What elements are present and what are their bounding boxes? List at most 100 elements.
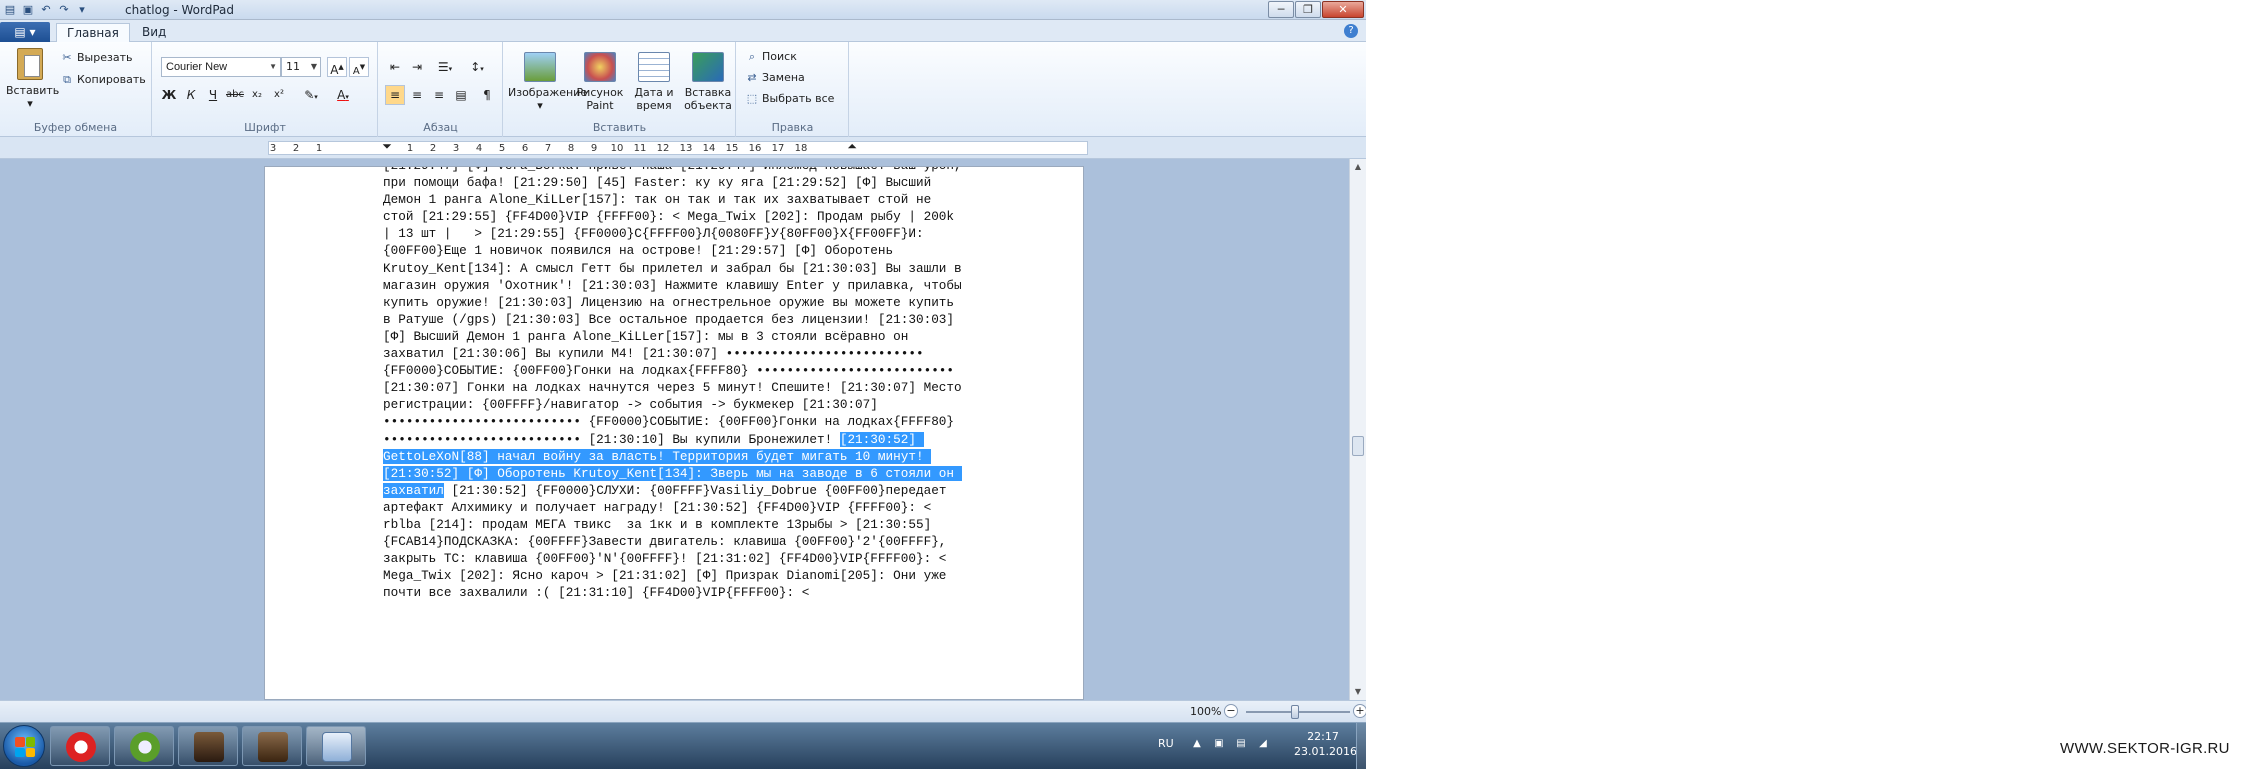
scroll-thumb[interactable]: [1352, 436, 1364, 456]
find-button[interactable]: ⌕ Поиск: [745, 47, 797, 67]
language-indicator[interactable]: RU: [1158, 737, 1174, 750]
maximize-button[interactable]: ❐: [1295, 1, 1321, 18]
ruler-tick-label: 7: [544, 143, 552, 154]
increase-indent-icon[interactable]: ⇥: [407, 57, 427, 77]
insert-image-button[interactable]: Изображение ▾: [508, 52, 587, 112]
font-size-select[interactable]: 11 ▼: [281, 57, 321, 77]
bullet-list-icon[interactable]: ☰▾: [431, 57, 459, 77]
ruler-tick-label: 16: [748, 143, 762, 154]
clipboard-icon: [17, 48, 43, 80]
zoom-out-button[interactable]: −: [1224, 704, 1238, 718]
quick-access-toolbar: ▤ ▣ ↶ ↷ ▾: [2, 2, 90, 18]
document-area: [21:29:47] [Ф] Vera_Borka: привет наша […: [0, 159, 1349, 700]
paste-button[interactable]: Вставить ▾: [6, 48, 59, 110]
customize-qat-icon[interactable]: ▾: [74, 2, 90, 18]
help-icon[interactable]: ?: [1344, 24, 1358, 38]
opera-icon: [66, 732, 96, 762]
document-text-before-selection: [21:29:47] [Ф] Vera_Borka: привет наша […: [383, 167, 962, 447]
taskbar-wordpad[interactable]: [306, 726, 366, 766]
ruler[interactable]: 3 2 1 ⏷ 1 2 3 4 5 6 7 8 9 10 11 12 13 14…: [0, 137, 1366, 159]
redo-icon[interactable]: ↷: [56, 2, 72, 18]
bold-button[interactable]: Ж: [159, 85, 179, 105]
decrease-indent-icon[interactable]: ⇤: [385, 57, 405, 77]
ruler-tick-label: 2: [292, 143, 300, 154]
copy-button[interactable]: ⧉ Копировать: [60, 70, 146, 90]
paste-dropdown-icon[interactable]: ▾: [27, 97, 33, 110]
insert-object-button[interactable]: Вставка объекта: [682, 52, 734, 112]
left-indent-marker[interactable]: ⏷: [382, 139, 392, 153]
grow-font-button[interactable]: A▲: [327, 57, 347, 77]
tray-app-icon[interactable]: ▣: [1212, 737, 1226, 751]
insert-datetime-button[interactable]: Дата и время: [628, 52, 680, 112]
taskbar-utorrent[interactable]: [114, 726, 174, 766]
document-text[interactable]: [21:29:47] [Ф] Vera_Borka: привет наша […: [383, 167, 968, 601]
scroll-up-icon[interactable]: ▲: [1350, 159, 1366, 175]
scroll-down-icon[interactable]: ▼: [1350, 684, 1366, 700]
taskbar: RU ▲ ▣ ▤ ◢ 22:17 23.01.2016: [0, 722, 1366, 769]
ruler-tick-label: 4: [475, 143, 483, 154]
cut-button[interactable]: ✂ Вырезать: [60, 48, 132, 68]
text-color-button[interactable]: A▾: [329, 85, 357, 105]
strikethrough-button[interactable]: abc: [225, 85, 245, 105]
clipboard-group-label: Буфер обмена: [33, 121, 118, 134]
wordpad-app-icon[interactable]: ▤: [2, 2, 18, 18]
zoom-in-button[interactable]: +: [1353, 704, 1366, 718]
line-spacing-icon[interactable]: ↕▾: [463, 57, 491, 77]
ruler-tick-label: 1: [406, 143, 414, 154]
start-button[interactable]: [3, 725, 45, 767]
find-label: Поиск: [762, 50, 797, 63]
show-hidden-icons-icon[interactable]: ▲: [1190, 737, 1204, 751]
select-all-button[interactable]: ⬚ Выбрать все: [745, 89, 835, 109]
show-desktop-button[interactable]: [1356, 723, 1366, 769]
justify-icon[interactable]: ▤: [451, 85, 471, 105]
insert-paint-button[interactable]: Рисунок Paint: [574, 52, 626, 112]
insert-group: Изображение ▾ Рисунок Paint Дата и время …: [504, 42, 736, 137]
ruler-tick-label: 8: [567, 143, 575, 154]
title-bar[interactable]: ▤ ▣ ↶ ↷ ▾ chatlog - WordPad ─ ❐ ✕: [0, 0, 1366, 20]
font-family-select[interactable]: Courier New ▼: [161, 57, 281, 77]
taskbar-opera[interactable]: [50, 726, 110, 766]
font-group: Courier New ▼ 11 ▼ A▲ A▼ Ж К Ч abc x₂ x²…: [153, 42, 378, 137]
italic-button[interactable]: К: [181, 85, 201, 105]
editing-group: ⌕ Поиск ⇄ Замена ⬚ Выбрать все Правка: [737, 42, 849, 137]
vertical-scrollbar[interactable]: ▲ ▼: [1349, 159, 1366, 700]
select-all-label: Выбрать все: [762, 92, 835, 105]
replace-button[interactable]: ⇄ Замена: [745, 68, 804, 88]
underline-button[interactable]: Ч: [203, 85, 223, 105]
undo-icon[interactable]: ↶: [38, 2, 54, 18]
highlight-color-button[interactable]: ✎▾: [297, 85, 325, 105]
align-center-icon[interactable]: ≡: [407, 85, 427, 105]
minimize-button[interactable]: ─: [1268, 1, 1294, 18]
shrink-font-button[interactable]: A▼: [349, 57, 369, 77]
clock-date[interactable]: 23.01.2016: [1294, 745, 1357, 758]
taskbar-game-1[interactable]: [178, 726, 238, 766]
subscript-button[interactable]: x₂: [247, 85, 267, 105]
status-bar: 100% − +: [0, 700, 1366, 722]
ribbon: Вставить ▾ ✂ Вырезать ⧉ Копировать Буфер о…: [0, 42, 1366, 137]
align-right-icon[interactable]: ≡: [429, 85, 449, 105]
cut-label: Вырезать: [77, 51, 133, 64]
taskbar-game-2[interactable]: [242, 726, 302, 766]
network-icon[interactable]: ▤: [1234, 737, 1248, 751]
chevron-down-icon: ▼: [310, 62, 317, 71]
right-indent-marker[interactable]: ⏶: [847, 139, 857, 153]
insert-paint-label: Рисунок Paint: [576, 86, 624, 112]
align-left-icon[interactable]: ≡: [385, 85, 405, 105]
ribbon-tab-bar: ▤ ▾ Главная Вид ?: [0, 20, 1366, 43]
tab-view[interactable]: Вид: [132, 23, 176, 43]
volume-icon[interactable]: ◢: [1256, 737, 1270, 751]
superscript-button[interactable]: x²: [269, 85, 289, 105]
paragraph-group: ⇤ ⇥ ☰▾ ↕▾ ≡ ≡ ≡ ▤ ¶ Абзац: [379, 42, 503, 137]
paragraph-settings-icon[interactable]: ¶: [477, 85, 497, 105]
app-menu-button[interactable]: ▤ ▾: [0, 22, 50, 42]
save-icon[interactable]: ▣: [20, 2, 36, 18]
document-text-after-selection: [21:30:52] {FF0000}СЛУХИ: {00FFFF}Vasili…: [383, 482, 955, 601]
zoom-slider-thumb[interactable]: [1290, 705, 1299, 719]
clock-time[interactable]: 22:17: [1298, 730, 1348, 743]
document-page[interactable]: [21:29:47] [Ф] Vera_Borka: привет наша […: [264, 166, 1084, 700]
replace-icon: ⇄: [747, 71, 757, 84]
tab-home[interactable]: Главная: [56, 23, 130, 43]
close-button[interactable]: ✕: [1322, 1, 1364, 18]
windows-logo-icon: [15, 737, 35, 757]
ruler-tick-label: 2: [429, 143, 437, 154]
